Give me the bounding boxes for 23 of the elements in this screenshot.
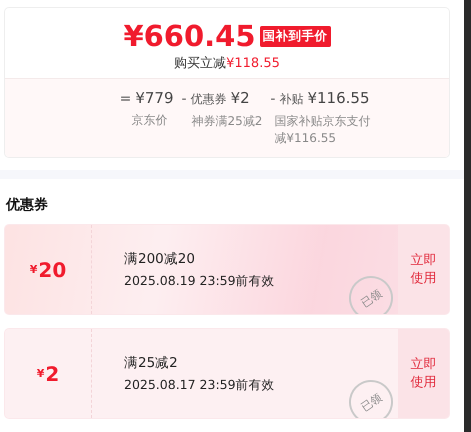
breakdown-note: 神券满25减2 [190, 113, 262, 130]
operator: = [120, 91, 132, 107]
breakdown-label: 补贴 [279, 91, 304, 108]
coupon-amount: ¥20 [5, 225, 92, 314]
final-price: ¥660.45 [123, 19, 256, 53]
coupon-validity: 2025.08.19 23:59前有效 [124, 272, 276, 290]
price-badge: 国补到手价 [260, 26, 331, 46]
savings-text: 购买立减¥118.55 [174, 55, 280, 72]
operator: - [270, 91, 276, 107]
coupon-amount: ¥2 [5, 329, 92, 418]
breakdown-amount: ¥779 [135, 89, 174, 107]
breakdown-amount: ¥2 [230, 89, 250, 107]
breakdown-note: 国家补贴京东支付减¥116.55 [273, 113, 370, 147]
breakdown-note: 京东价 [130, 112, 169, 129]
use-now-button[interactable]: 立即使用 [398, 225, 449, 314]
breakdown-amount: ¥116.55 [307, 89, 370, 107]
breakdown-label: 优惠券 [190, 91, 227, 108]
operator: - [182, 91, 187, 107]
use-now-button[interactable]: 立即使用 [398, 329, 449, 418]
coupon-validity: 2025.08.17 23:59前有效 [124, 376, 276, 394]
section-title: 优惠券 [6, 196, 49, 214]
coupon-condition: 满25减2 [124, 354, 179, 372]
coupon-condition: 满200减20 [124, 250, 196, 268]
